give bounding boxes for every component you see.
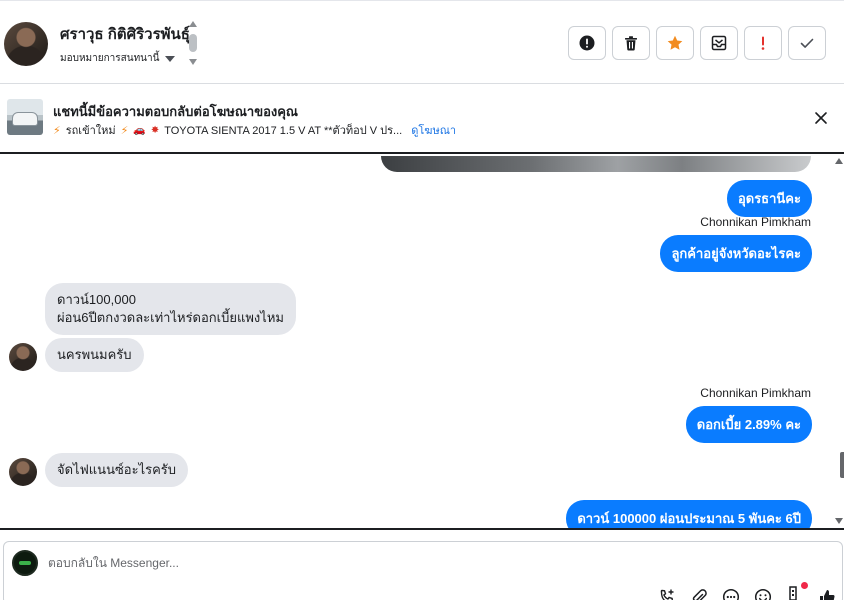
- attachment-icon[interactable]: [690, 588, 708, 600]
- assign-conversation-dropdown[interactable]: มอบหมายการสนทนานี้: [60, 51, 176, 66]
- chat-scroll-thumb[interactable]: [840, 452, 844, 478]
- exclamation-icon: [761, 36, 765, 50]
- sender-name: Chonnikan Pimkham: [700, 386, 811, 400]
- contact-avatar[interactable]: [4, 22, 48, 66]
- follow-up-button[interactable]: [744, 26, 782, 60]
- emoji-icon[interactable]: [754, 588, 772, 600]
- message-line: ผ่อน6ปีตกงวดละเท่าไหร่ดอกเบี้ยแพงไหม: [57, 310, 284, 325]
- caret-down-icon: [165, 55, 176, 62]
- message-incoming[interactable]: ดาวน์100,000 ผ่อน6ปีตกงวดละเท่าไหร่ดอกเบ…: [45, 283, 296, 335]
- star-button[interactable]: [656, 26, 694, 60]
- scroll-up-arrow-icon[interactable]: [835, 158, 843, 164]
- close-icon[interactable]: [814, 111, 828, 125]
- scroll-down-arrow-icon[interactable]: [835, 518, 843, 524]
- sender-name: Chonnikan Pimkham: [700, 215, 811, 229]
- message-outgoing[interactable]: อุดรธานีคะ: [726, 180, 812, 217]
- more-options-icon[interactable]: [722, 588, 740, 600]
- conversation-header: ศราวุธ กิติศิริวรพันธุ์ มอบหมายการสนทนาน…: [0, 0, 844, 84]
- message-line: ดาวน์100,000: [57, 292, 136, 307]
- composer-divider: [0, 528, 844, 530]
- checkmark-icon: [800, 38, 814, 48]
- shared-photo[interactable]: [381, 156, 811, 172]
- ad-reply-banner: แชทนี้มีข้อความตอบกลับต่อโฆษณาของคุณ ⚡ ร…: [0, 84, 844, 154]
- message-composer: [3, 541, 843, 600]
- composer-toolbar: [658, 582, 836, 600]
- exclamation-circle-icon: [579, 35, 595, 51]
- delete-button[interactable]: [612, 26, 650, 60]
- banner-title: แชทนี้มีข้อความตอบกลับต่อโฆษณาของคุณ: [53, 104, 298, 119]
- page-avatar: [12, 550, 38, 576]
- sparkle-icon: ✸: [150, 124, 160, 136]
- assign-label: มอบหมายการสนทนานี้: [60, 53, 160, 64]
- header-scrollbar[interactable]: [188, 21, 198, 67]
- reply-input[interactable]: [48, 556, 608, 570]
- contact-avatar[interactable]: [9, 343, 37, 371]
- notification-dot: [801, 582, 808, 589]
- car-icon: 🚗: [133, 124, 146, 136]
- conversation-actions: [568, 26, 826, 60]
- ad-tag: รถเข้าใหม่: [65, 125, 116, 137]
- scroll-thumb[interactable]: [189, 34, 197, 52]
- ad-text: TOYOTA SIENTA 2017 1.5 V AT **ตัวท็อป V …: [164, 125, 403, 137]
- lightning-icon: ⚡: [120, 124, 129, 137]
- report-spam-button[interactable]: [568, 26, 606, 60]
- lightning-icon: ⚡: [53, 124, 61, 137]
- message-outgoing[interactable]: ดอกเบี้ย 2.89% คะ: [685, 406, 812, 443]
- message-incoming[interactable]: นครพนมครับ: [45, 338, 144, 372]
- ad-thumbnail[interactable]: [7, 99, 43, 135]
- trash-icon: [625, 36, 637, 51]
- thumbs-up-icon[interactable]: [818, 588, 836, 600]
- done-button[interactable]: [788, 26, 826, 60]
- scroll-down-arrow-icon[interactable]: [189, 59, 197, 65]
- phone-add-icon[interactable]: [658, 588, 676, 600]
- view-ad-link[interactable]: ดูโฆษณา: [411, 121, 456, 139]
- message-outgoing[interactable]: ดาวน์ 100000 ผ่อนประมาณ 5 พันคะ 6ปี: [566, 500, 812, 528]
- star-icon: [667, 35, 683, 50]
- contact-name[interactable]: ศราวุธ กิติศิริวรพันธุ์: [60, 22, 190, 46]
- banner-ad-info: ⚡ รถเข้าใหม่ ⚡ 🚗 ✸ TOYOTA SIENTA 2017 1.…: [53, 121, 456, 139]
- saved-replies-tool[interactable]: [786, 582, 808, 600]
- scroll-up-arrow-icon[interactable]: [189, 21, 197, 27]
- mark-unread-button[interactable]: [700, 26, 738, 60]
- message-incoming[interactable]: จัดไฟแนนซ์อะไรครับ: [45, 453, 189, 487]
- envelope-icon: [711, 35, 727, 51]
- contact-avatar[interactable]: [9, 458, 37, 486]
- message-outgoing[interactable]: ลูกค้าอยู่จังหวัดอะไรคะ: [660, 235, 812, 272]
- message-thread[interactable]: อุดรธานีคะ Chonnikan Pimkham ลูกค้าอยู่จ…: [0, 156, 844, 528]
